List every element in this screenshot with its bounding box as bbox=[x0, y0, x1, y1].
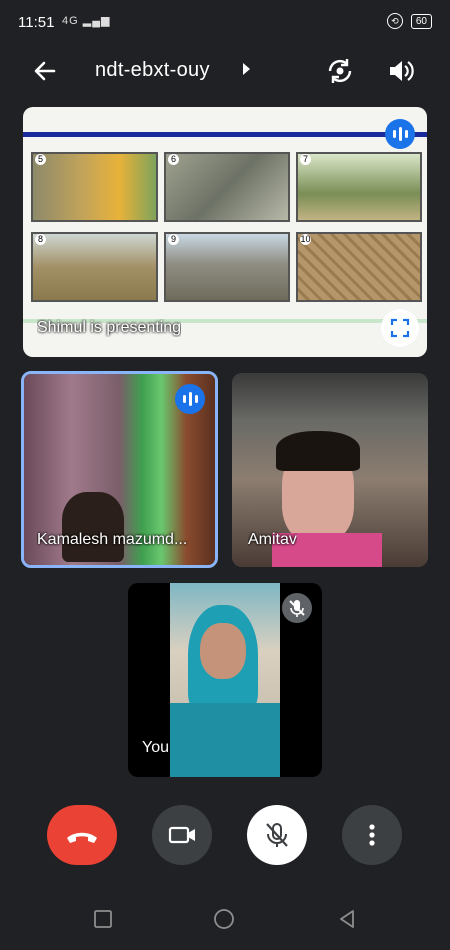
mic-muted-badge bbox=[282, 593, 312, 623]
battery-indicator: 60 bbox=[410, 13, 432, 29]
back-nav-button[interactable] bbox=[335, 907, 359, 931]
phone-hangup-icon bbox=[67, 832, 97, 843]
participant-tile[interactable]: Amitav bbox=[232, 373, 428, 567]
speaker-icon bbox=[390, 61, 414, 81]
mic-off-icon bbox=[289, 600, 305, 617]
video-camera-icon bbox=[168, 826, 195, 844]
slide-number: 9 bbox=[168, 234, 179, 245]
more-options-button[interactable] bbox=[342, 805, 402, 865]
mic-off-icon bbox=[266, 823, 288, 847]
participant-body bbox=[170, 703, 280, 777]
arrow-left-icon bbox=[34, 61, 56, 81]
speaker-button[interactable] bbox=[385, 56, 415, 86]
square-icon bbox=[94, 910, 112, 928]
status-icons: ⟲ 60 bbox=[386, 13, 432, 29]
call-controls bbox=[0, 800, 450, 870]
network-type: 4G bbox=[62, 15, 79, 27]
slide-number: 6 bbox=[168, 154, 179, 165]
slide-number: 7 bbox=[300, 154, 311, 165]
recents-button[interactable] bbox=[91, 907, 115, 931]
speaking-indicator-icon bbox=[175, 384, 205, 414]
slide-band-top bbox=[23, 132, 427, 137]
participant-name: Kamalesh mazumd... bbox=[37, 531, 188, 548]
self-view-tile[interactable]: You bbox=[128, 583, 322, 777]
more-vertical-icon bbox=[369, 824, 375, 846]
slide-number: 5 bbox=[35, 154, 46, 165]
circle-icon bbox=[214, 909, 234, 929]
participant-face bbox=[62, 492, 124, 562]
slide-image: 6 bbox=[164, 152, 290, 222]
slide-image: 10 bbox=[296, 232, 422, 302]
triangle-back-icon bbox=[340, 910, 354, 928]
end-call-button[interactable] bbox=[47, 805, 117, 865]
participant-name: You bbox=[142, 739, 169, 756]
home-button[interactable] bbox=[212, 907, 236, 931]
system-nav-bar bbox=[0, 895, 450, 950]
slide-number: 10 bbox=[300, 234, 311, 245]
fullscreen-icon bbox=[390, 318, 410, 338]
status-bar: 11:51 4G ▂▄▆ ⟲ 60 bbox=[0, 0, 450, 46]
switch-camera-icon bbox=[328, 59, 352, 83]
presentation-tile[interactable]: 5 6 7 8 9 10 Shimul is presenting bbox=[23, 107, 427, 357]
slide-image: 9 bbox=[164, 232, 290, 302]
speaking-indicator-icon bbox=[385, 119, 415, 149]
slide-number: 8 bbox=[35, 234, 46, 245]
camera-toggle-button[interactable] bbox=[152, 805, 212, 865]
meeting-header: ndt-ebxt-ouy bbox=[0, 48, 450, 94]
participant-face bbox=[200, 623, 246, 679]
rotation-lock-icon: ⟲ bbox=[386, 13, 403, 29]
slide-image: 7 bbox=[296, 152, 422, 222]
slide-image: 5 bbox=[31, 152, 158, 222]
meeting-code[interactable]: ndt-ebxt-ouy bbox=[95, 59, 210, 82]
participant-hair bbox=[276, 431, 360, 471]
participant-name: Amitav bbox=[248, 531, 297, 548]
signal-indicator: 4G ▂▄▆ bbox=[62, 15, 111, 27]
chevron-right-icon[interactable] bbox=[243, 63, 250, 75]
status-time: 11:51 bbox=[18, 14, 55, 31]
mic-toggle-button[interactable] bbox=[247, 805, 307, 865]
participant-tile[interactable]: Kamalesh mazumd... bbox=[21, 371, 218, 568]
self-video bbox=[170, 583, 280, 777]
slide-image: 8 bbox=[31, 232, 158, 302]
fullscreen-button[interactable] bbox=[381, 309, 419, 347]
switch-camera-button[interactable] bbox=[325, 56, 355, 86]
presenter-label: Shimul is presenting bbox=[37, 319, 182, 336]
back-button[interactable] bbox=[30, 56, 60, 86]
